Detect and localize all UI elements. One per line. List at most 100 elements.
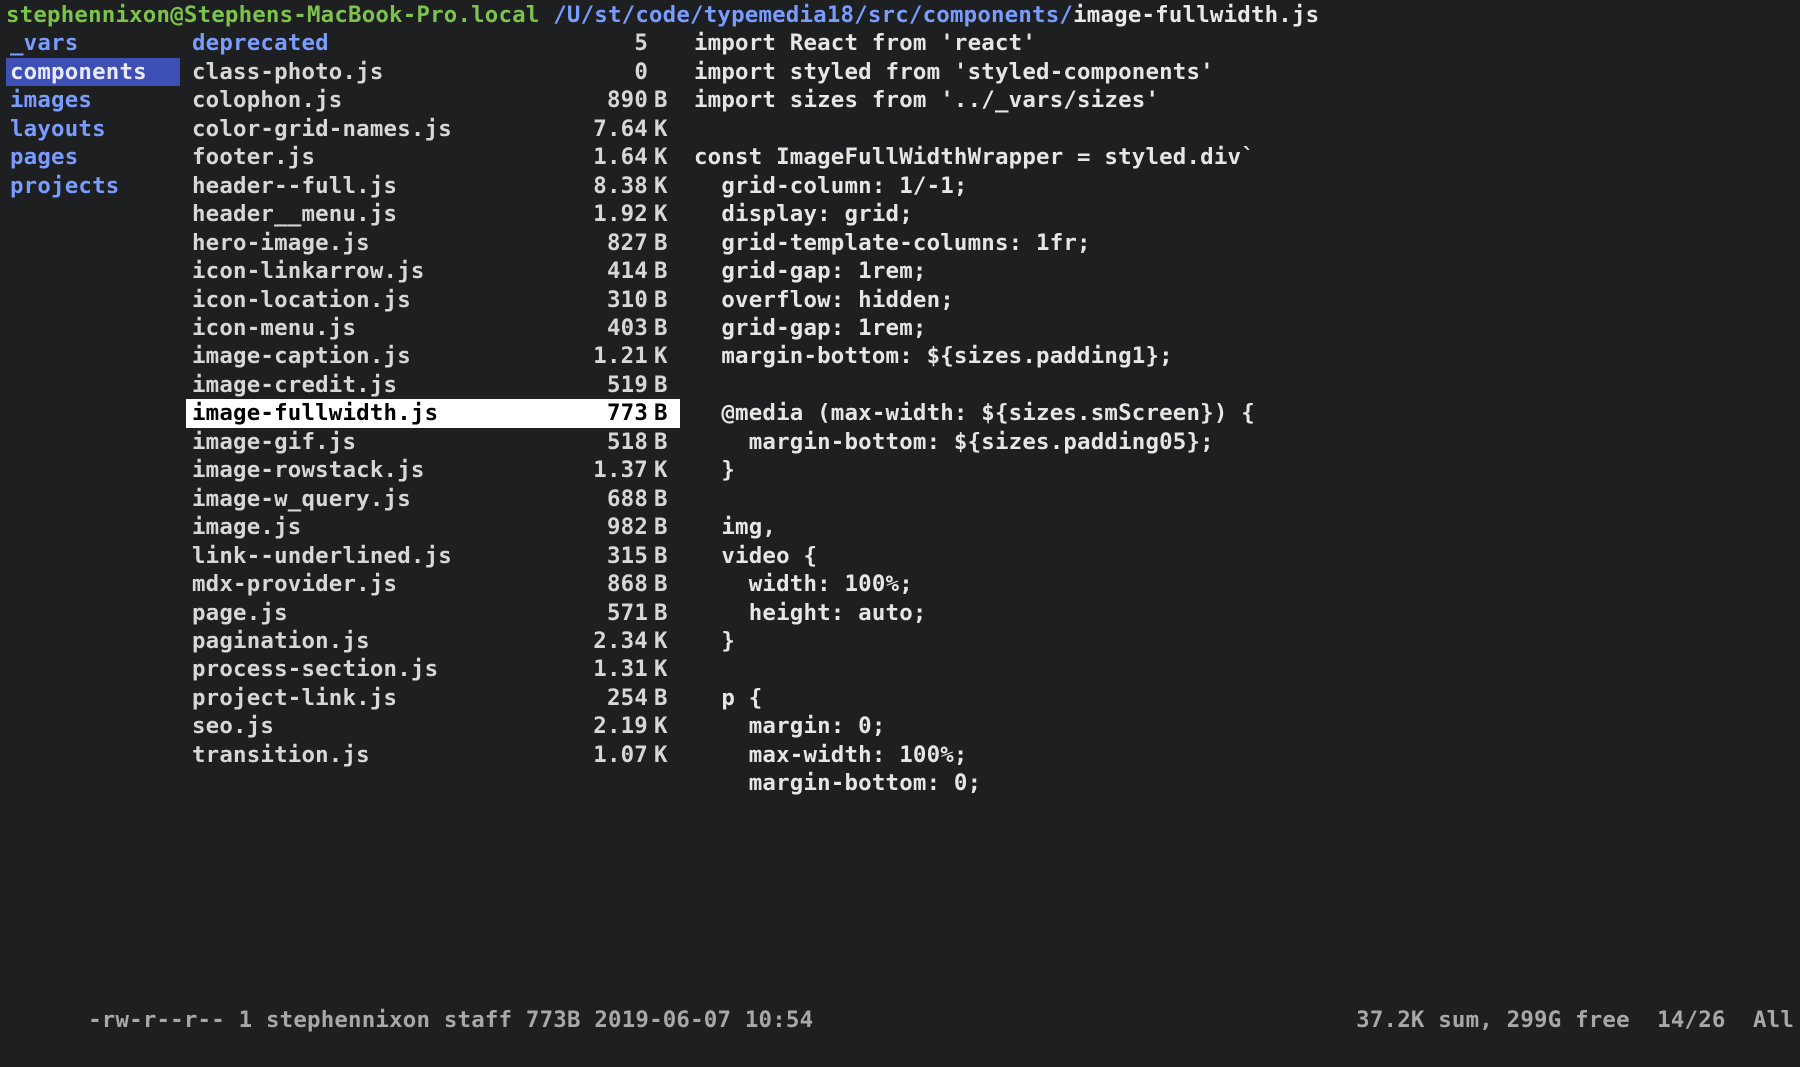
dir-item[interactable]: components: [6, 58, 180, 86]
file-size: 8.38: [558, 172, 648, 200]
preview-line: p {: [694, 684, 1792, 712]
file-row[interactable]: icon-menu.js 403B: [186, 314, 680, 342]
file-size: 773: [558, 399, 648, 427]
file-name: image-w_query.js: [192, 485, 411, 513]
preview-line: import sizes from '../_vars/sizes': [694, 86, 1792, 114]
file-size-unit: B: [648, 86, 676, 114]
file-row[interactable]: transition.js1.07K: [186, 741, 680, 769]
file-row[interactable]: colophon.js890B: [186, 86, 680, 114]
preview-line: video {: [694, 542, 1792, 570]
file-size-unit: B: [648, 257, 676, 285]
status-scroll: All: [1753, 1007, 1794, 1033]
file-size-unit: K: [648, 741, 676, 769]
file-row[interactable]: icon-location.js310B: [186, 286, 680, 314]
file-row[interactable]: image-fullwidth.js773B: [186, 399, 680, 427]
file-row[interactable]: header__menu.js1.92K: [186, 200, 680, 228]
file-size-unit: [648, 29, 676, 57]
dir-item[interactable]: _vars: [6, 29, 180, 57]
file-row[interactable]: seo.js2.19K: [186, 712, 680, 740]
preview-line: const ImageFullWidthWrapper = styled.div…: [694, 143, 1792, 171]
dir-item[interactable]: projects: [6, 172, 180, 200]
file-size: 7.64: [558, 115, 648, 143]
preview-line: @media (max-width: ${sizes.smScreen}) {: [694, 399, 1792, 427]
preview-line: grid-gap: 1rem;: [694, 257, 1792, 285]
file-size: 403: [558, 314, 648, 342]
file-row[interactable]: footer.js1.64K: [186, 143, 680, 171]
file-size-unit: K: [648, 456, 676, 484]
file-size: 982: [558, 513, 648, 541]
file-row[interactable]: color-grid-names.js 7.64K: [186, 115, 680, 143]
preview-line: img,: [694, 513, 1792, 541]
file-name: icon-menu.js: [192, 314, 356, 342]
file-size: 1.37: [558, 456, 648, 484]
file-size: 310: [558, 286, 648, 314]
file-row[interactable]: class-photo.js0: [186, 58, 680, 86]
file-name: deprecated: [192, 29, 329, 57]
file-name: page.js: [192, 599, 288, 627]
file-size: 0: [558, 58, 648, 86]
file-size-unit: K: [648, 627, 676, 655]
preview-line: margin-bottom: ${sizes.padding1};: [694, 342, 1792, 370]
file-size: 519: [558, 371, 648, 399]
file-name: color-grid-names.js: [192, 115, 452, 143]
file-row[interactable]: mdx-provider.js868B: [186, 570, 680, 598]
file-row[interactable]: page.js571B: [186, 599, 680, 627]
file-row[interactable]: pagination.js2.34K: [186, 627, 680, 655]
preview-line: grid-template-columns: 1fr;: [694, 229, 1792, 257]
file-row[interactable]: deprecated 5: [186, 29, 680, 57]
dir-item[interactable]: images: [6, 86, 180, 114]
preview-line: height: auto;: [694, 599, 1792, 627]
file-row[interactable]: image-credit.js 519B: [186, 371, 680, 399]
file-size: 1.64: [558, 143, 648, 171]
file-row[interactable]: hero-image.js827B: [186, 229, 680, 257]
dir-column[interactable]: _varscomponentsimageslayoutspagesproject…: [0, 29, 180, 975]
file-name: header__menu.js: [192, 200, 397, 228]
file-size-unit: K: [648, 115, 676, 143]
dir-item[interactable]: layouts: [6, 115, 180, 143]
file-row[interactable]: image-gif.js518B: [186, 428, 680, 456]
file-size-unit: K: [648, 712, 676, 740]
file-row[interactable]: image.js982B: [186, 513, 680, 541]
status-owner: stephennixon: [266, 1007, 430, 1033]
file-row[interactable]: image-rowstack.js1.37K: [186, 456, 680, 484]
preview-line: [694, 115, 1792, 143]
file-size-unit: B: [648, 428, 676, 456]
dir-item[interactable]: pages: [6, 143, 180, 171]
file-name: image-fullwidth.js: [192, 399, 438, 427]
preview-line: }: [694, 627, 1792, 655]
file-size: 890: [558, 86, 648, 114]
file-preview[interactable]: import React from 'react'import styled f…: [680, 29, 1800, 975]
file-size-unit: B: [648, 371, 676, 399]
titlebar-path: /U/st/code/typemedia18/src/components/: [553, 1, 1073, 29]
titlebar-user-host: stephennixon@Stephens-MacBook-Pro.local: [6, 1, 540, 29]
file-name: hero-image.js: [192, 229, 370, 257]
file-size-unit: K: [648, 172, 676, 200]
file-column[interactable]: deprecated 5class-photo.js0colophon.js890…: [180, 29, 680, 975]
preview-line: grid-gap: 1rem;: [694, 314, 1792, 342]
status-date: 2019-06-07: [594, 1007, 731, 1033]
file-row[interactable]: link--underlined.js315B: [186, 542, 680, 570]
file-row[interactable]: project-link.js254B: [186, 684, 680, 712]
file-size-unit: K: [648, 200, 676, 228]
file-size-unit: B: [648, 286, 676, 314]
file-row[interactable]: process-section.js1.31K: [186, 655, 680, 683]
titlebar: stephennixon@Stephens-MacBook-Pro.local …: [0, 0, 1800, 29]
status-size: 773B: [526, 1007, 581, 1033]
file-size-unit: [648, 58, 676, 86]
file-row[interactable]: icon-linkarrow.js414B: [186, 257, 680, 285]
file-row[interactable]: image-caption.js1.21K: [186, 342, 680, 370]
file-name: link--underlined.js: [192, 542, 452, 570]
status-free: 299G free: [1507, 1007, 1630, 1033]
preview-line: margin-bottom: 0;: [694, 769, 1792, 797]
file-size: 5: [558, 29, 648, 57]
file-name: image-credit.js: [192, 371, 397, 399]
file-size-unit: B: [648, 314, 676, 342]
file-row[interactable]: header--full.js8.38K: [186, 172, 680, 200]
statusbar: -rw-r--r-- 1 stephennixon staff 773B 201…: [0, 976, 1800, 1067]
file-name: project-link.js: [192, 684, 397, 712]
file-size: 688: [558, 485, 648, 513]
file-size-unit: B: [648, 599, 676, 627]
status-sum: 37.2K sum,: [1356, 1007, 1493, 1033]
file-size-unit: B: [648, 229, 676, 257]
file-row[interactable]: image-w_query.js688B: [186, 485, 680, 513]
